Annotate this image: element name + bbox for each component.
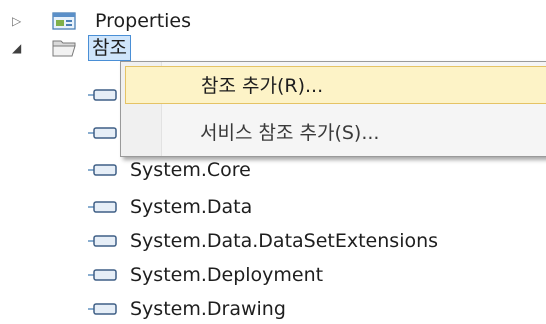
reference-label: System.Data [130,196,253,218]
menu-item-label: 참조 추가(R)... [201,75,324,97]
tree-node-reference[interactable]: System.Data.DataSetExtensions [0,226,546,256]
context-menu: 참조 추가(R)... 서비스 참조 추가(S)... [120,61,546,157]
expand-arrow-icon[interactable]: ▷ [12,6,21,36]
menu-item-add-service-reference[interactable]: 서비스 참조 추가(S)... [125,114,545,152]
tree-node-reference[interactable]: System.Core [0,155,546,185]
properties-label: Properties [95,10,192,32]
reference-icon [88,164,117,176]
tree-node-references[interactable]: ◢ 참조 [0,33,300,63]
menu-item-add-reference[interactable]: 참조 추가(R)... [125,66,546,104]
reference-label: System.Data.DataSetExtensions [130,230,439,252]
reference-icon [88,235,117,247]
reference-icon [88,127,117,139]
collapse-arrow-icon[interactable]: ◢ [12,33,21,63]
reference-icon [88,89,117,101]
tree-node-reference[interactable]: System.Data [0,192,546,222]
menu-item-label: 서비스 참조 추가(S)... [200,122,380,144]
reference-label: System.Core [130,159,251,181]
properties-icon [52,12,76,30]
tree-node-reference[interactable]: System.Deployment [0,260,546,290]
reference-label: System.Deployment [130,264,324,286]
references-label: 참조 [88,35,131,61]
solution-explorer-tree: ▷ Properties ◢ 참조 System.Core System.Dat… [0,0,546,320]
reference-icon [88,303,117,315]
tree-node-properties[interactable]: ▷ Properties [0,6,300,36]
reference-label: System.Drawing [130,298,286,320]
folder-open-icon [52,40,76,57]
tree-node-reference[interactable]: System.Drawing [0,294,546,324]
reference-icon [88,269,117,281]
reference-icon [88,201,117,213]
